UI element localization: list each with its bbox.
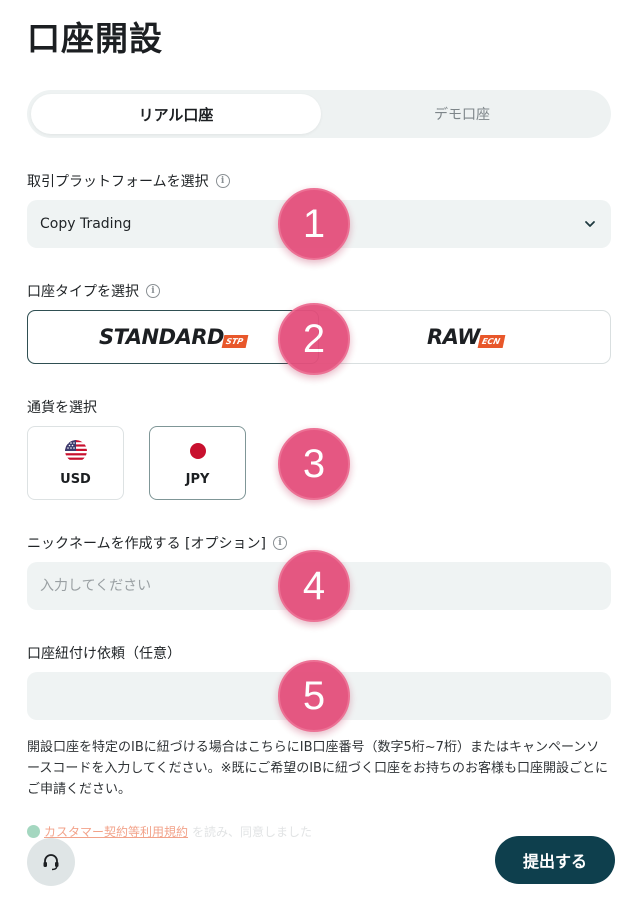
account-type-label: 口座タイプを選択 i: [27, 281, 160, 301]
ecn-tag: ECN: [477, 334, 506, 348]
headset-icon: [43, 854, 59, 871]
page-title: 口座開設: [27, 19, 163, 58]
platform-select-value: Copy Trading: [40, 216, 132, 232]
currency-label: 通貨を選択: [27, 397, 97, 417]
us-flag-icon: [64, 439, 87, 462]
info-icon[interactable]: i: [215, 174, 230, 188]
ib-link-help-text: 開設口座を特定のIBに紐づける場合はこちらにIB口座番号（数字5桁~7桁）または…: [27, 740, 608, 797]
ib-link-label: 口座紐付け依頼（任意）: [27, 643, 181, 663]
platform-label: 取引プラットフォームを選択 i: [27, 171, 230, 191]
account-type-standard[interactable]: STANDARD STP: [27, 310, 319, 364]
tab-demo-account[interactable]: デモ口座: [317, 94, 607, 134]
support-button[interactable]: [27, 838, 75, 886]
chevron-down-icon: [585, 221, 595, 227]
terms-link[interactable]: カスタマー契約等利用規約: [44, 823, 188, 840]
step-marker-2: 2: [278, 303, 350, 375]
account-type-label-text: 口座タイプを選択: [27, 284, 139, 300]
consent-suffix: を読み、同意しました: [192, 825, 313, 839]
nickname-label: ニックネームを作成する [オプション] i: [27, 533, 287, 553]
consent-checkbox[interactable]: [27, 825, 40, 838]
currency-option-jpy[interactable]: JPY: [149, 426, 246, 500]
tab-real-account[interactable]: リアル口座: [31, 94, 321, 134]
step-marker-3: 3: [278, 428, 350, 500]
currency-code-usd: USD: [60, 471, 91, 487]
step-marker-4: 4: [278, 550, 350, 622]
submit-button[interactable]: 提出する: [495, 836, 615, 884]
consent-row: カスタマー契約等利用規約 を読み、同意しました: [27, 823, 312, 840]
currency-option-usd[interactable]: USD: [27, 426, 124, 500]
account-type-raw[interactable]: RAW ECN: [320, 311, 611, 363]
step-marker-5: 5: [278, 660, 350, 732]
currency-code-jpy: JPY: [185, 471, 210, 487]
info-icon[interactable]: i: [272, 536, 287, 550]
info-icon[interactable]: i: [146, 284, 160, 298]
currency-label-text: 通貨を選択: [27, 400, 97, 416]
platform-label-text: 取引プラットフォームを選択: [27, 174, 209, 190]
ib-link-label-text: 口座紐付け依頼（任意）: [27, 646, 181, 662]
stp-tag: STP: [221, 334, 249, 348]
raw-logo: RAW: [427, 325, 480, 349]
account-mode-tabs: リアル口座 デモ口座: [27, 90, 611, 138]
nickname-label-text: ニックネームを作成する [オプション]: [27, 536, 266, 552]
step-marker-1: 1: [278, 188, 350, 260]
standard-logo: STANDARD: [98, 325, 224, 349]
jp-flag-icon: [189, 442, 206, 459]
